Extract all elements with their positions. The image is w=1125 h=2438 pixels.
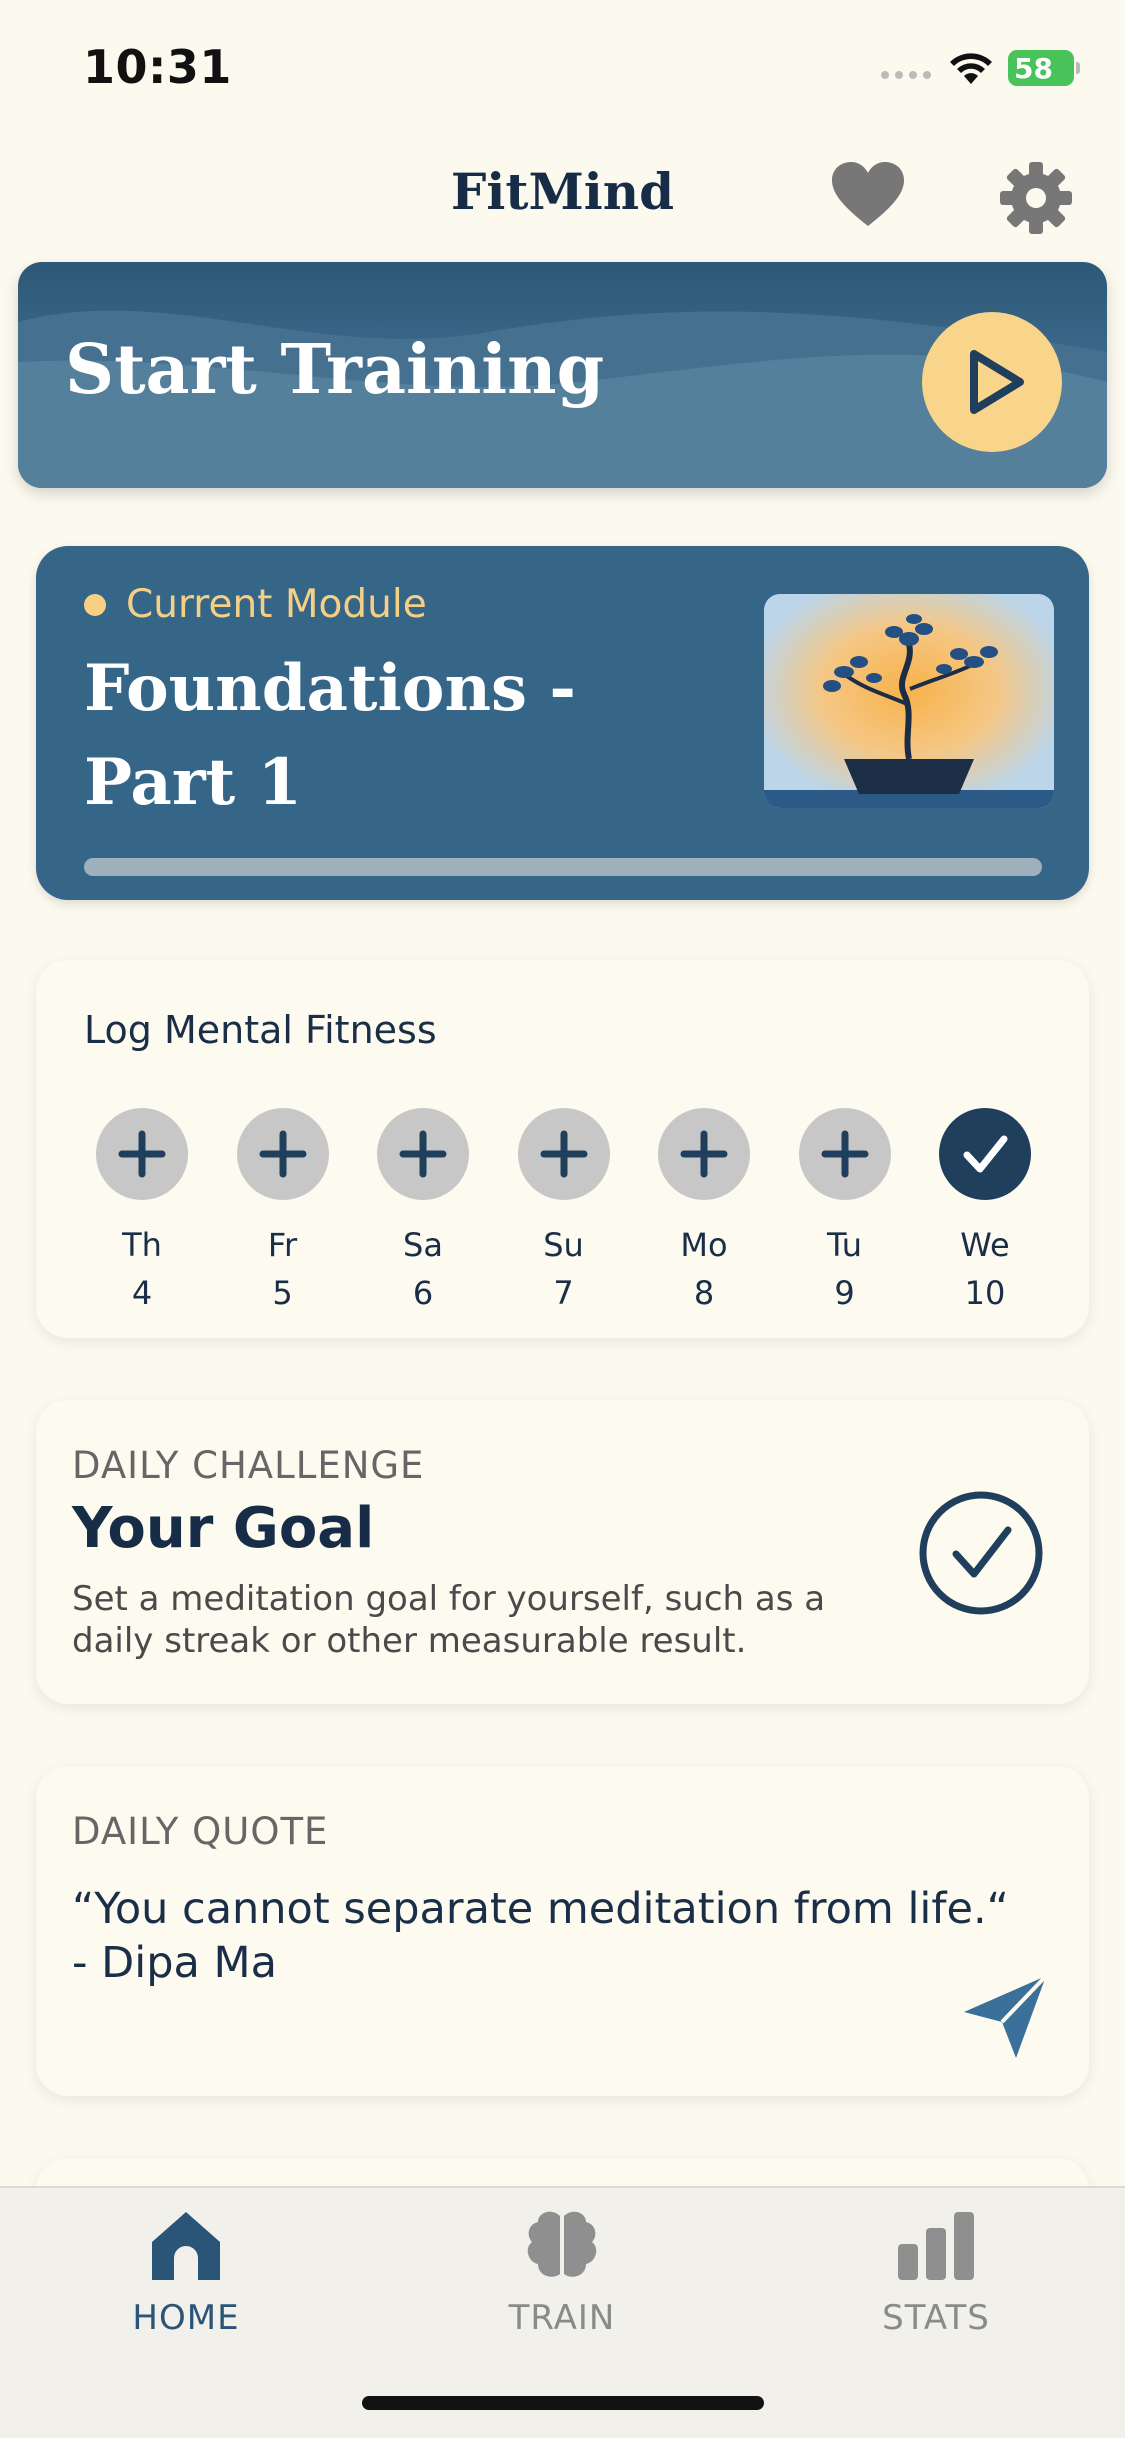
day-number: 8 bbox=[693, 1274, 715, 1312]
plus-icon bbox=[399, 1130, 447, 1178]
check-icon bbox=[963, 1135, 1008, 1173]
tab-train-label: TRAIN bbox=[508, 2298, 616, 2338]
day-number: 6 bbox=[412, 1274, 434, 1312]
day-item[interactable]: Fr 5 bbox=[236, 1108, 329, 1312]
plus-icon bbox=[540, 1130, 587, 1178]
current-module-label: Current Module bbox=[126, 582, 427, 627]
brain-icon bbox=[527, 2211, 597, 2277]
day-log-button[interactable] bbox=[798, 1108, 891, 1200]
start-training-banner[interactable]: Start Training bbox=[18, 262, 1107, 488]
day-item[interactable]: Th 4 bbox=[96, 1108, 188, 1312]
day-number: 4 bbox=[131, 1274, 153, 1312]
day-item[interactable]: Su 7 bbox=[517, 1108, 610, 1312]
home-indicator bbox=[362, 2396, 764, 2410]
plus-icon bbox=[118, 1130, 166, 1178]
tab-stats[interactable]: STATS bbox=[836, 2208, 1036, 2338]
day-item[interactable]: Sa 6 bbox=[377, 1108, 469, 1312]
day-name: Su bbox=[543, 1226, 584, 1264]
challenge-description: Set a meditation goal for yourself, such… bbox=[72, 1579, 826, 1661]
day-name: Mo bbox=[680, 1226, 728, 1264]
wifi-icon bbox=[950, 53, 992, 84]
app-title: FitMind bbox=[450, 162, 675, 221]
start-training-label: Start Training bbox=[65, 330, 605, 410]
battery-level: 58 bbox=[1014, 52, 1053, 85]
day-item[interactable]: We 10 bbox=[939, 1108, 1031, 1312]
day-number: 10 bbox=[964, 1274, 1006, 1312]
status-time: 10:31 bbox=[83, 40, 232, 94]
send-icon[interactable] bbox=[960, 1972, 1050, 2062]
day-item[interactable]: Mo 8 bbox=[658, 1108, 750, 1312]
module-progress-bar bbox=[84, 858, 1042, 876]
day-name: Th bbox=[122, 1226, 162, 1264]
daily-challenge-card[interactable]: DAILY CHALLENGE Your Goal Set a meditati… bbox=[36, 1400, 1089, 1704]
tab-home[interactable]: HOME bbox=[86, 2208, 286, 2338]
cellular-signal-icon bbox=[881, 71, 931, 79]
day-log-button[interactable] bbox=[96, 1108, 188, 1200]
day-number: 9 bbox=[834, 1274, 855, 1312]
day-name: Fr bbox=[267, 1226, 298, 1264]
day-done-button[interactable] bbox=[939, 1108, 1031, 1200]
home-icon bbox=[152, 2212, 220, 2280]
plus-icon bbox=[259, 1130, 306, 1178]
challenge-eyebrow: DAILY CHALLENGE bbox=[72, 1444, 425, 1487]
battery-icon: 58 bbox=[1008, 50, 1080, 86]
day-number: 7 bbox=[553, 1274, 574, 1312]
module-title: Foundations - Part 1 bbox=[84, 651, 576, 820]
gear-icon[interactable] bbox=[998, 160, 1074, 236]
day-name: We bbox=[960, 1226, 1010, 1264]
day-log-button[interactable] bbox=[658, 1108, 750, 1200]
day-number: 5 bbox=[272, 1274, 293, 1312]
day-item[interactable]: Tu 9 bbox=[798, 1108, 891, 1312]
plus-icon bbox=[680, 1130, 728, 1178]
day-name: Tu bbox=[827, 1226, 862, 1264]
tab-train[interactable]: TRAIN bbox=[462, 2208, 662, 2338]
plus-icon bbox=[821, 1130, 868, 1178]
play-icon bbox=[970, 350, 1024, 414]
day-log-button[interactable] bbox=[236, 1108, 329, 1200]
day-log-button[interactable] bbox=[517, 1108, 610, 1200]
bonsai-tree-illustration bbox=[764, 594, 1054, 808]
daily-quote-card: DAILY QUOTE “You cannot separate meditat… bbox=[36, 1766, 1089, 2096]
check-circle-icon[interactable] bbox=[918, 1490, 1044, 1616]
play-button[interactable] bbox=[922, 312, 1062, 452]
challenge-title: Your Goal bbox=[72, 1496, 375, 1561]
quote-eyebrow: DAILY QUOTE bbox=[72, 1810, 329, 1853]
heart-icon[interactable] bbox=[830, 160, 906, 230]
status-dot bbox=[84, 594, 106, 616]
day-name: Sa bbox=[403, 1226, 443, 1264]
log-mental-fitness-card: Log Mental Fitness Th 4 Fr 5 Sa 6 Su 7 Mo 8 Tu 9 We 1… bbox=[36, 960, 1089, 1338]
tab-home-label: HOME bbox=[132, 2298, 240, 2338]
bar-chart-icon bbox=[898, 2212, 974, 2280]
log-title: Log Mental Fitness bbox=[84, 1008, 437, 1052]
current-module-card[interactable]: Current Module Foundations - Part 1 bbox=[36, 546, 1089, 900]
quote-text: “You cannot separate meditation from lif… bbox=[72, 1884, 1009, 1988]
day-log-button[interactable] bbox=[377, 1108, 469, 1200]
tab-stats-label: STATS bbox=[882, 2298, 990, 2338]
